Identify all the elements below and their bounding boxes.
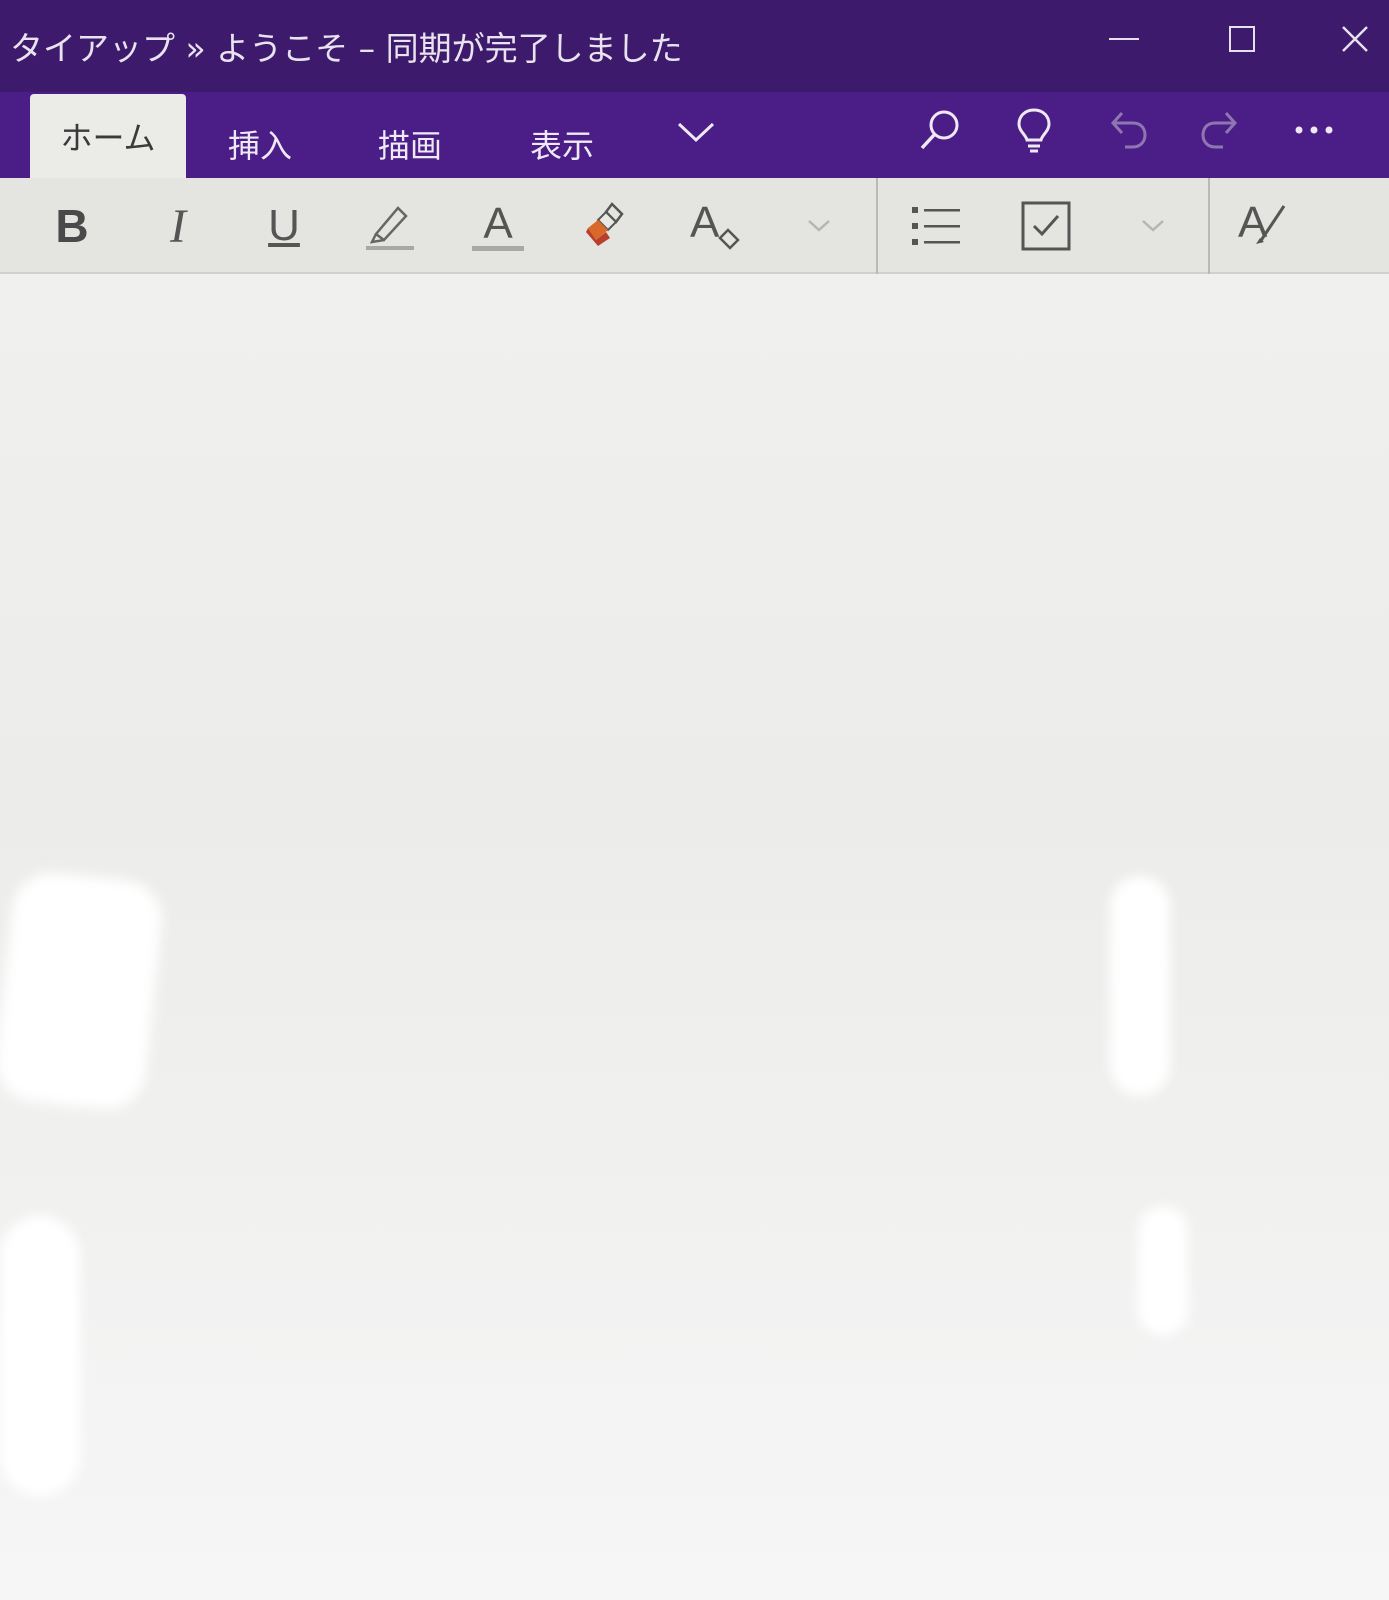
ribbon-tab-bar: ホーム 挿入 描画 表示 <box>0 92 1389 178</box>
italic-button[interactable]: I <box>140 190 216 262</box>
tab-view[interactable]: 表示 <box>507 110 617 178</box>
bold-button[interactable]: B <box>34 190 110 262</box>
font-color-icon: A <box>483 198 513 248</box>
undo-icon <box>1110 111 1147 149</box>
chevron-down-icon <box>677 122 715 143</box>
formatting-toolbar: B I U A A A <box>0 178 1389 274</box>
styles-dropdown-button[interactable] <box>784 190 854 262</box>
close-button[interactable] <box>1325 14 1385 64</box>
more-options-button[interactable] <box>1282 98 1346 162</box>
underline-icon: U <box>268 201 300 250</box>
styles-button[interactable]: A <box>678 190 754 262</box>
toolbar-divider <box>876 178 878 274</box>
lightbulb-icon <box>1017 108 1051 153</box>
tab-home[interactable]: ホーム <box>30 94 186 178</box>
toolbar-divider <box>1208 178 1210 274</box>
spelling-button[interactable]: A <box>1226 190 1302 262</box>
title-bar: タイアップ » ようこそ – 同期が完了しました <box>0 0 1389 92</box>
tags-dropdown-button[interactable] <box>1118 190 1188 262</box>
tell-me-button[interactable] <box>1002 98 1066 162</box>
page-canvas[interactable] <box>0 276 1389 1600</box>
bullet-list-icon <box>912 207 960 245</box>
maximize-icon <box>1229 26 1255 52</box>
highlighter-icon <box>366 206 414 250</box>
maximize-button[interactable] <box>1212 14 1272 64</box>
format-painter-icon <box>586 202 624 246</box>
font-color-button[interactable]: A <box>460 190 536 262</box>
todo-tag-button[interactable] <box>1008 190 1084 262</box>
screen-glare <box>0 1216 80 1496</box>
tab-insert[interactable]: 挿入 <box>205 110 315 178</box>
pen-icon <box>1256 205 1286 244</box>
screen-glare <box>0 868 166 1114</box>
search-button[interactable] <box>908 98 972 162</box>
minimize-icon <box>1109 38 1139 40</box>
chevron-down-icon <box>1142 220 1164 232</box>
checkbox-icon <box>1021 201 1071 251</box>
redo-button[interactable] <box>1188 98 1252 162</box>
search-icon <box>920 110 959 150</box>
chevron-down-icon <box>808 220 830 232</box>
eraser-icon <box>718 228 740 250</box>
font-color-swatch <box>472 245 524 251</box>
tab-draw[interactable]: 描画 <box>355 110 465 178</box>
close-icon <box>1342 26 1368 52</box>
undo-button[interactable] <box>1096 98 1160 162</box>
italic-icon: I <box>170 199 186 253</box>
screen-glare <box>1138 1206 1188 1336</box>
more-tabs-button[interactable] <box>668 104 724 160</box>
underline-button[interactable]: U <box>246 190 322 262</box>
redo-icon <box>1201 111 1238 149</box>
bold-icon: B <box>55 200 89 252</box>
window-title: タイアップ » ようこそ – 同期が完了しました <box>10 29 683 68</box>
highlight-button[interactable] <box>352 190 428 262</box>
screen-glare <box>1110 876 1170 1096</box>
minimize-button[interactable] <box>1094 14 1154 64</box>
format-painter-button[interactable] <box>572 190 648 262</box>
more-icon <box>1295 126 1333 134</box>
bullet-list-button[interactable] <box>898 190 974 262</box>
